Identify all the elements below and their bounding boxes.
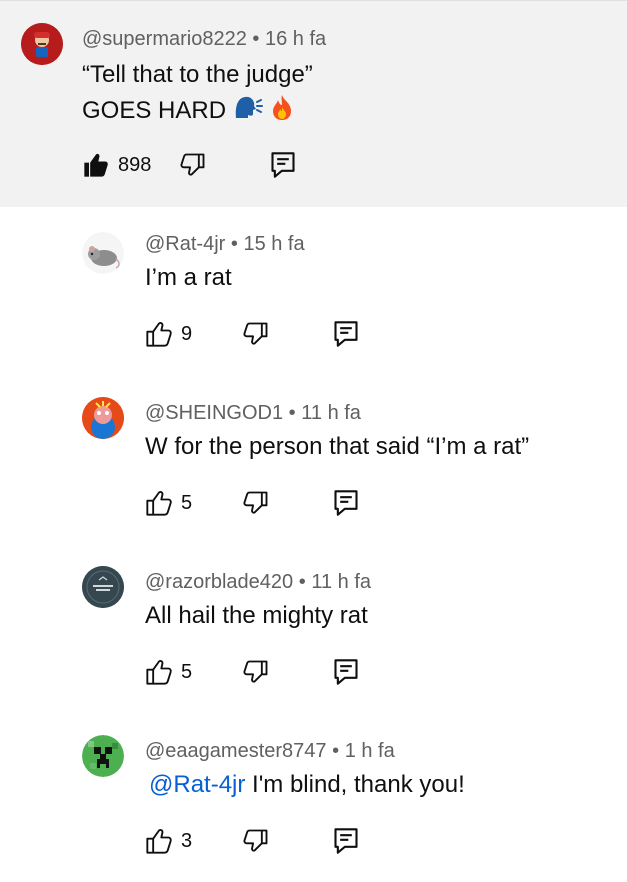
dislike-button[interactable]	[242, 825, 270, 857]
thumbs-up-icon	[146, 490, 172, 516]
avatar[interactable]	[82, 566, 124, 608]
meta-separator: •	[252, 28, 260, 50]
channel-logo-avatar-icon	[82, 566, 124, 608]
avatar[interactable]	[21, 23, 63, 65]
comment-meta: @eaagamester8747 • 1 h fa	[145, 740, 395, 763]
comment-line-1: “Tell that to the judge”	[82, 61, 313, 88]
like-count: 9	[181, 322, 193, 345]
thumbs-up-icon	[146, 828, 172, 854]
dislike-button[interactable]	[242, 656, 270, 688]
comment-text: All hail the mighty rat	[145, 602, 368, 629]
reply-icon	[271, 152, 295, 178]
reply-icon	[334, 828, 358, 854]
comment-text: I'm blind, thank you!	[245, 771, 465, 798]
avatar[interactable]	[82, 735, 124, 777]
highlighted-comment: @supermario8222 • 16 h fa “Tell that to …	[0, 0, 627, 207]
timestamp[interactable]: 11 h fa	[301, 402, 361, 424]
like-button[interactable]: 5	[145, 656, 192, 688]
thumbs-down-icon	[243, 491, 268, 514]
thumbs-up-icon	[146, 321, 172, 347]
comment-text-line: @Rat-4jr I'm blind, thank you!	[149, 769, 465, 801]
dislike-button[interactable]	[179, 149, 207, 181]
character-avatar-icon	[82, 397, 124, 439]
meta-separator: •	[230, 233, 238, 255]
thumbs-up-filled-icon	[84, 153, 108, 177]
dislike-button[interactable]	[242, 487, 270, 519]
author-name[interactable]: @Rat-4jr	[145, 233, 225, 255]
comment-meta: @SHEINGOD1 • 11 h fa	[145, 402, 361, 425]
comment-line-2: GOES HARD	[82, 93, 295, 130]
mention-link[interactable]: @Rat-4jr	[149, 771, 245, 798]
timestamp[interactable]: 1 h fa	[345, 740, 395, 762]
comment-meta: @supermario8222 • 16 h fa	[82, 28, 326, 51]
comment-meta: @razorblade420 • 11 h fa	[145, 571, 371, 594]
like-count: 3	[181, 829, 193, 852]
reply-icon	[334, 321, 358, 347]
speaking-head-emoji-icon	[233, 94, 263, 129]
reply-button[interactable]	[333, 825, 359, 857]
like-count: 898	[118, 153, 152, 176]
comment-meta: @Rat-4jr • 15 h fa	[145, 233, 305, 256]
timestamp[interactable]: 16 h fa	[265, 28, 326, 50]
reply-button[interactable]	[333, 318, 359, 350]
thumbs-down-icon	[243, 829, 268, 852]
reply-button[interactable]	[333, 487, 359, 519]
mario-avatar-icon	[21, 23, 63, 65]
rat-avatar-icon	[82, 232, 124, 274]
thumbs-down-icon	[180, 153, 205, 176]
author-name[interactable]: @razorblade420	[145, 571, 293, 593]
like-button[interactable]: 3	[145, 825, 192, 857]
reply-button[interactable]	[333, 656, 359, 688]
author-name[interactable]: @eaagamester8747	[145, 740, 327, 762]
comment-text: I’m a rat	[145, 264, 232, 291]
timestamp[interactable]: 15 h fa	[243, 233, 304, 255]
comment-actions: 5	[145, 656, 365, 688]
reply-button[interactable]	[270, 149, 296, 181]
thumbs-down-icon	[243, 322, 268, 345]
comment-actions: 9	[145, 318, 365, 350]
fire-emoji-icon	[269, 93, 295, 130]
reply-icon	[334, 490, 358, 516]
author-name[interactable]: @SHEINGOD1	[145, 402, 283, 424]
thumbs-down-icon	[243, 660, 268, 683]
author-name[interactable]: @supermario8222	[82, 28, 247, 50]
avatar[interactable]	[82, 397, 124, 439]
avatar[interactable]	[82, 232, 124, 274]
dislike-button[interactable]	[242, 318, 270, 350]
like-button[interactable]: 5	[145, 487, 192, 519]
timestamp[interactable]: 11 h fa	[311, 571, 371, 593]
like-button[interactable]: 898	[82, 149, 151, 181]
meta-separator: •	[332, 740, 340, 762]
comment-actions: 3	[145, 825, 365, 857]
like-count: 5	[181, 491, 193, 514]
creeper-avatar-icon	[82, 735, 124, 777]
reply-icon	[334, 659, 358, 685]
like-button[interactable]: 9	[145, 318, 192, 350]
comment-actions: 5	[145, 487, 365, 519]
comment-text: W for the person that said “I’m a rat”	[145, 433, 530, 460]
comment-text: GOES HARD	[82, 96, 227, 124]
comment-actions: 898	[82, 149, 302, 181]
like-count: 5	[181, 660, 193, 683]
thumbs-up-icon	[146, 659, 172, 685]
meta-separator: •	[298, 571, 306, 593]
meta-separator: •	[288, 402, 296, 424]
